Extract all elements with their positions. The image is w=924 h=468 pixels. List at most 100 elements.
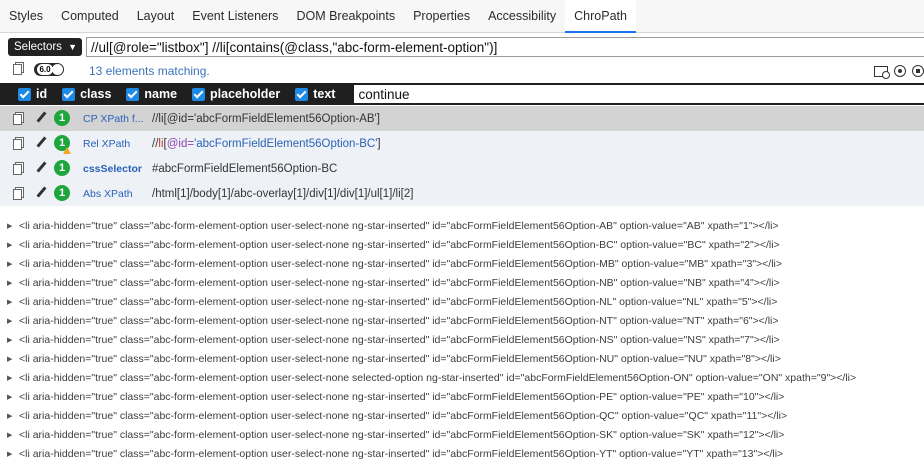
- checkbox-label: class: [80, 87, 112, 101]
- element-markup: <li aria-hidden="true" class="abc-form-e…: [19, 314, 779, 327]
- list-item[interactable]: ▶ <li aria-hidden="true" class="abc-form-…: [0, 292, 924, 311]
- element-markup: <li aria-hidden="true" class="abc-form-e…: [19, 333, 780, 346]
- record-icon[interactable]: [874, 65, 890, 79]
- checkbox-label: placeholder: [210, 87, 281, 101]
- list-item[interactable]: ▶ <li aria-hidden="true" class="abc-form-…: [0, 216, 924, 235]
- selector-type-label: cssSelector: [83, 162, 142, 175]
- list-item[interactable]: ▶ <li aria-hidden="true" class="abc-form-…: [0, 425, 924, 444]
- selector-value[interactable]: #abcFormFieldElement56Option-BC: [152, 163, 337, 175]
- selector-row-cp-xpath: 1 CP XPath f... //li[@id='abcFormFieldEl…: [0, 106, 924, 131]
- xpath-attr: @id=: [166, 137, 195, 150]
- list-item[interactable]: ▶ <li aria-hidden="true" class="abc-form-…: [0, 273, 924, 292]
- inspect-icon[interactable]: [894, 65, 906, 77]
- xpath-input-row: Selectors ▼ //ul[@role="listbox"] //li[c…: [8, 37, 924, 57]
- expand-triangle-icon[interactable]: ▶: [7, 241, 13, 249]
- checkbox-class[interactable]: class: [62, 87, 111, 101]
- expand-triangle-icon[interactable]: ▶: [7, 279, 13, 287]
- tab-accessibility[interactable]: Accessibility: [479, 0, 565, 32]
- element-markup: <li aria-hidden="true" class="abc-form-e…: [19, 352, 781, 365]
- selector-type-label: CP XPath f...: [83, 112, 144, 125]
- text-filter-input[interactable]: continue: [354, 85, 924, 103]
- selector-value[interactable]: /html[1]/body[1]/abc-overlay[1]/div[1]/d…: [152, 188, 413, 200]
- expand-triangle-icon[interactable]: ▶: [7, 222, 13, 230]
- list-item[interactable]: ▶ <li aria-hidden="true" class="abc-form-…: [0, 235, 924, 254]
- list-item[interactable]: ▶ <li aria-hidden="true" class="abc-form-…: [0, 406, 924, 425]
- element-markup: <li aria-hidden="true" class="abc-form-e…: [19, 257, 783, 270]
- tab-computed[interactable]: Computed: [52, 0, 128, 32]
- chevron-down-icon: ▼: [68, 42, 77, 52]
- toolbar-icons: [874, 65, 924, 79]
- edit-icon[interactable]: [35, 186, 47, 200]
- checkbox-checked-icon: [62, 87, 76, 101]
- matched-elements-list: ▶ <li aria-hidden="true" class="abc-form-…: [0, 216, 924, 463]
- tab-dom-breakpoints[interactable]: DOM Breakpoints: [287, 0, 404, 32]
- match-count-badge: 1: [54, 185, 70, 201]
- edit-icon[interactable]: [35, 136, 47, 150]
- checkbox-checked-icon: [126, 87, 140, 101]
- tab-properties[interactable]: Properties: [404, 0, 479, 32]
- xpath-attr-value: 'abcFormFieldElement56Option-BC': [194, 137, 378, 150]
- expand-triangle-icon[interactable]: ▶: [7, 298, 13, 306]
- version-label: 6.0: [37, 64, 53, 75]
- checkbox-checked-icon: [295, 87, 309, 101]
- toggle-knob: [52, 64, 63, 75]
- expand-triangle-icon[interactable]: ▶: [7, 393, 13, 401]
- xpath-part: ]: [377, 137, 381, 150]
- edit-icon[interactable]: [35, 111, 47, 125]
- tab-chropath[interactable]: ChroPath: [565, 0, 636, 33]
- checkbox-label: text: [313, 87, 336, 101]
- checkbox-checked-icon: [192, 87, 206, 101]
- selector-value[interactable]: //li[@id='abcFormFieldElement56Option-AB…: [152, 113, 380, 125]
- copy-icon[interactable]: [13, 112, 24, 125]
- xpath-input[interactable]: //ul[@role="listbox"] //li[contains(@cla…: [86, 37, 924, 57]
- copy-icon[interactable]: [13, 162, 24, 175]
- copy-icon[interactable]: [13, 187, 24, 200]
- version-toggle[interactable]: 6.0: [34, 63, 64, 76]
- expand-triangle-icon[interactable]: ▶: [7, 374, 13, 382]
- list-item[interactable]: ▶ <li aria-hidden="true" class="abc-form-…: [0, 311, 924, 330]
- match-count-badge: 1: [54, 110, 70, 126]
- attribute-filter-bar: id class name placeholder text continue: [0, 83, 924, 105]
- selector-type-label: Abs XPath: [83, 187, 133, 200]
- copy-icon[interactable]: [13, 137, 24, 150]
- selector-type-label: Rel XPath: [83, 137, 131, 150]
- checkbox-label: id: [36, 87, 48, 101]
- selectors-dropdown[interactable]: Selectors ▼: [8, 38, 82, 56]
- selector-value[interactable]: //li[@id='abcFormFieldElement56Option-BC…: [152, 138, 381, 150]
- match-status-row: 6.0 13 elements matching.: [0, 59, 924, 83]
- warning-icon: [63, 147, 71, 154]
- list-item[interactable]: ▶ <li aria-hidden="true" class="abc-form-…: [0, 444, 924, 463]
- checkbox-text[interactable]: text: [295, 87, 335, 101]
- expand-triangle-icon[interactable]: ▶: [7, 412, 13, 420]
- expand-triangle-icon[interactable]: ▶: [7, 336, 13, 344]
- checkbox-id[interactable]: id: [18, 87, 47, 101]
- element-markup: <li aria-hidden="true" class="abc-form-e…: [19, 295, 778, 308]
- checkbox-placeholder[interactable]: placeholder: [192, 87, 280, 101]
- element-markup: <li aria-hidden="true" class="abc-form-e…: [19, 390, 785, 403]
- selector-row-rel-xpath: 1 Rel XPath //li[@id='abcFormFieldElemen…: [0, 131, 924, 156]
- expand-triangle-icon[interactable]: ▶: [7, 260, 13, 268]
- selectors-dropdown-label: Selectors: [14, 41, 62, 53]
- expand-triangle-icon[interactable]: ▶: [7, 450, 13, 458]
- tab-event-listeners[interactable]: Event Listeners: [183, 0, 287, 32]
- element-markup: <li aria-hidden="true" class="abc-form-e…: [19, 371, 857, 384]
- list-item[interactable]: ▶ <li aria-hidden="true" class="abc-form-…: [0, 349, 924, 368]
- edit-icon[interactable]: [35, 161, 47, 175]
- expand-triangle-icon[interactable]: ▶: [7, 355, 13, 363]
- list-item[interactable]: ▶ <li aria-hidden="true" class="abc-form-…: [0, 368, 924, 387]
- list-item[interactable]: ▶ <li aria-hidden="true" class="abc-form-…: [0, 254, 924, 273]
- tab-layout[interactable]: Layout: [128, 0, 184, 32]
- checkbox-label: name: [144, 87, 178, 101]
- list-item[interactable]: ▶ <li aria-hidden="true" class="abc-form-…: [0, 330, 924, 349]
- tab-styles[interactable]: Styles: [0, 0, 52, 32]
- copy-icon[interactable]: [13, 62, 24, 75]
- stop-icon[interactable]: [912, 65, 924, 77]
- element-markup: <li aria-hidden="true" class="abc-form-e…: [19, 447, 784, 460]
- expand-triangle-icon[interactable]: ▶: [7, 317, 13, 325]
- selector-row-css: 1 cssSelector #abcFormFieldElement56Opti…: [0, 156, 924, 181]
- list-item[interactable]: ▶ <li aria-hidden="true" class="abc-form-…: [0, 387, 924, 406]
- expand-triangle-icon[interactable]: ▶: [7, 431, 13, 439]
- element-markup: <li aria-hidden="true" class="abc-form-e…: [19, 238, 780, 251]
- checkbox-name[interactable]: name: [126, 87, 177, 101]
- devtools-tab-bar: Styles Computed Layout Event Listeners D…: [0, 0, 924, 33]
